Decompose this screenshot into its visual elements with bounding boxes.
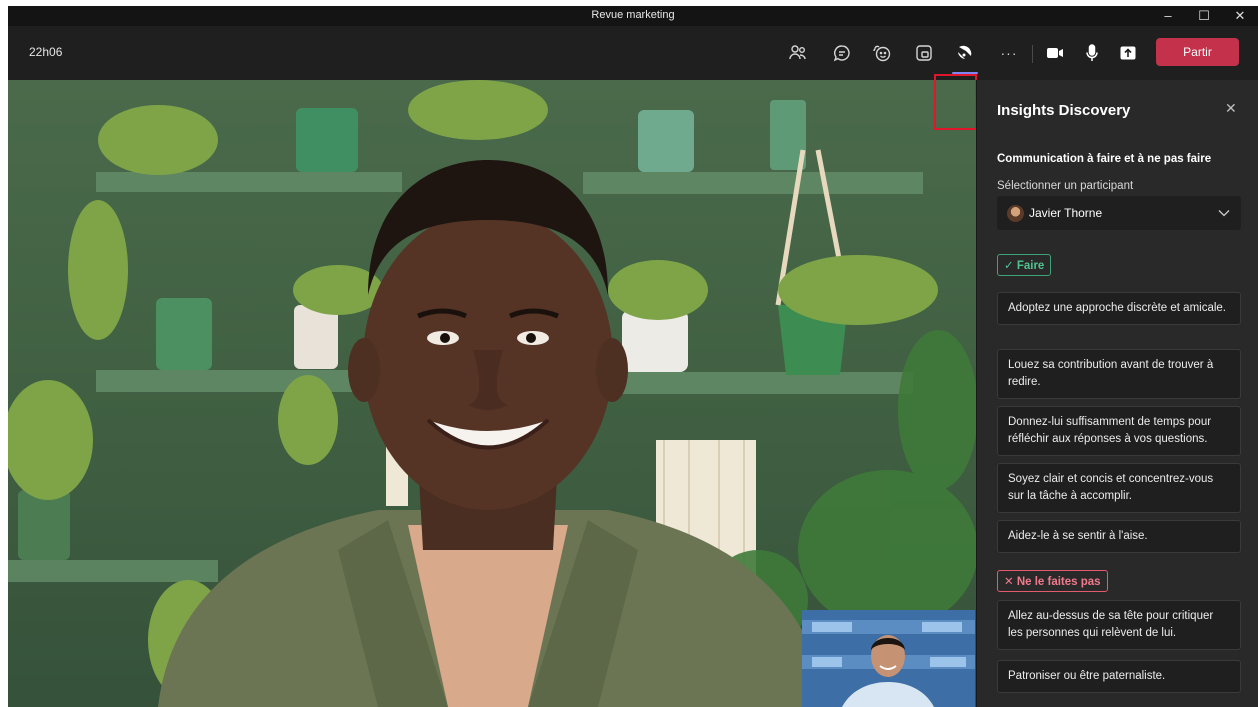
do-item: Soyez clair et concis et concentrez-vous…: [997, 463, 1241, 513]
participant-select-label: Sélectionner un participant: [997, 180, 1134, 192]
more-options-button[interactable]: ···: [996, 40, 1022, 66]
insights-discovery-app-button[interactable]: [952, 40, 978, 66]
close-window-button[interactable]: ✕: [1222, 6, 1258, 26]
dont-item: Allez au-dessus de sa tête pour critique…: [997, 600, 1241, 650]
reactions-button[interactable]: [869, 40, 895, 66]
panel-title: Insights Discovery: [997, 102, 1131, 119]
camera-button[interactable]: [1042, 40, 1068, 66]
view-icon: [916, 45, 932, 61]
meeting-toolbar: 22h06 ··· Partir: [8, 26, 1258, 80]
participant-avatar: [1007, 205, 1024, 222]
main-video-feed: [8, 80, 976, 707]
self-view-video[interactable]: [802, 610, 975, 707]
maximize-button[interactable]: ☐: [1186, 6, 1222, 26]
share-screen-button[interactable]: [1115, 40, 1141, 66]
toolbar-divider: [1032, 45, 1033, 63]
reactions-icon: [873, 45, 891, 62]
section-title: Communication à faire et à ne pas faire: [997, 153, 1212, 165]
highlight-annotation: [934, 74, 977, 130]
participant-dropdown[interactable]: Javier Thorne: [997, 196, 1241, 230]
microphone-button[interactable]: [1079, 40, 1105, 66]
camera-icon: [1047, 48, 1063, 58]
dont-tag: ✕ Ne le faites pas: [997, 570, 1108, 592]
title-bar: Revue marketing – ☐ ✕: [8, 6, 1258, 26]
minimize-button[interactable]: –: [1150, 6, 1186, 26]
more-icon: ···: [1000, 45, 1018, 61]
do-item: Donnez-lui suffisamment de temps pour ré…: [997, 406, 1241, 456]
mic-icon: [1086, 44, 1098, 61]
self-view-scene: [802, 610, 975, 707]
do-tag: ✓ Faire: [997, 254, 1052, 276]
meeting-timer: 22h06: [29, 45, 63, 59]
do-item: Adoptez une approche discrète et amicale…: [997, 292, 1241, 325]
chat-icon: [833, 45, 850, 62]
close-panel-icon[interactable]: ✕: [1225, 100, 1237, 117]
do-item: Aidez-le à se sentir à l'aise.: [997, 520, 1241, 553]
chat-button[interactable]: [829, 40, 855, 66]
view-button[interactable]: [911, 40, 937, 66]
teams-meeting-window: Revue marketing – ☐ ✕ 22h06 ··· Partir I…: [8, 6, 1258, 707]
selected-participant-name: Javier Thorne: [1029, 206, 1103, 220]
dont-item: Patroniser ou être paternaliste.: [997, 660, 1241, 693]
people-icon: [789, 45, 806, 60]
insights-discovery-icon: [958, 45, 972, 59]
insights-discovery-panel: Insights Discovery ✕ Communication à fai…: [976, 80, 1258, 707]
window-title: Revue marketing: [591, 9, 675, 21]
people-button[interactable]: [785, 40, 811, 66]
share-icon: [1120, 46, 1136, 60]
chevron-down-icon: [1218, 210, 1230, 217]
leave-button[interactable]: Partir: [1156, 38, 1239, 66]
do-item: Louez sa contribution avant de trouver à…: [997, 349, 1241, 399]
